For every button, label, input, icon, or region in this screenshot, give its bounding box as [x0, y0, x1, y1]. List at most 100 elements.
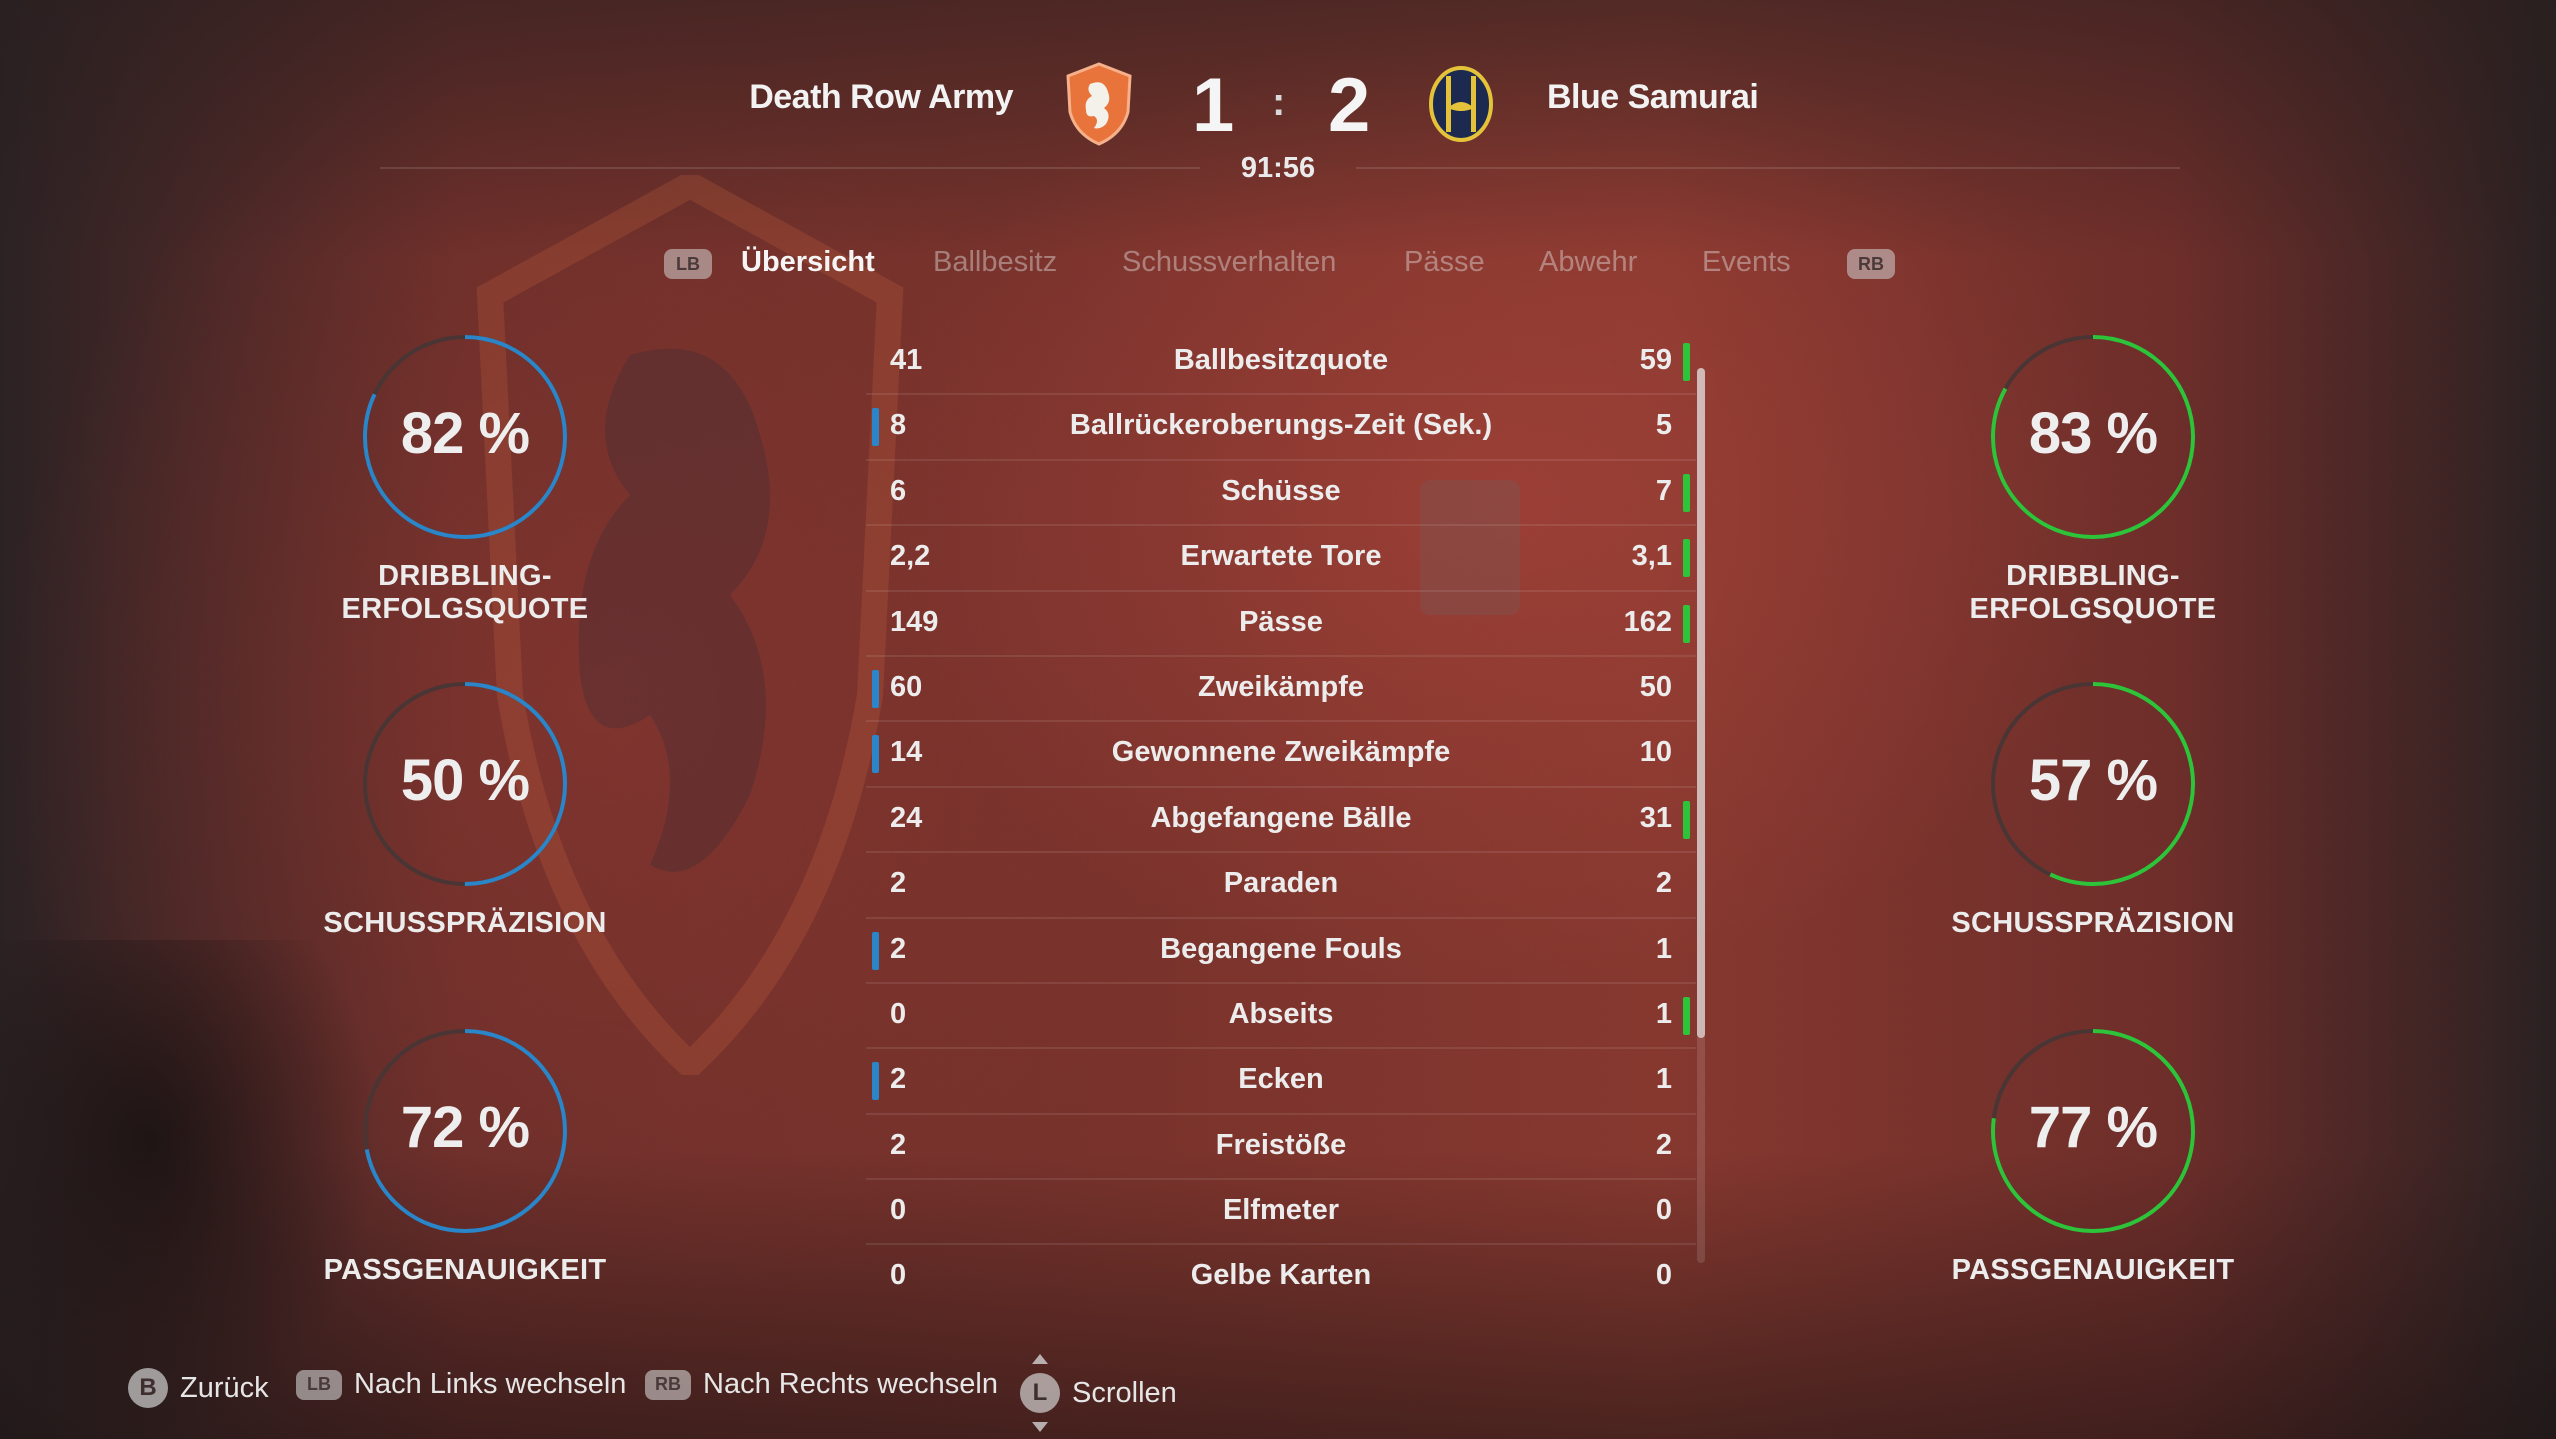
away-lead-indicator — [1683, 996, 1690, 1035]
hint-back[interactable]: B Zurück — [128, 1368, 269, 1408]
stat-away-value: 59 — [1639, 344, 1672, 376]
home-gauge-label: SCHUSSPRÄZISION — [323, 907, 607, 939]
stat-row: 41 Ballbesitzquote 59 — [866, 330, 1696, 396]
stat-away-value: 0 — [1655, 1194, 1672, 1227]
rb-button-icon: RB — [645, 1369, 691, 1400]
stat-away-value: 1 — [1655, 1063, 1672, 1096]
tab-paesse[interactable]: Pässe — [1404, 246, 1485, 279]
tab-ballbesitz[interactable]: Ballbesitz — [933, 246, 1057, 279]
stat-label: Zweikämpfe — [1198, 670, 1364, 703]
stat-row: 24 Abgefangene Bälle 31 — [866, 788, 1696, 854]
stat-row: 0 Gelbe Karten 0 — [866, 1245, 1696, 1310]
away-gauge-label: DRIBBLING-ERFOLGSQUOTE — [1969, 560, 2217, 625]
home-team-name: Death Row Army — [749, 78, 1013, 116]
stat-label: Elfmeter — [1222, 1194, 1340, 1227]
hint-switch-right[interactable]: RB Nach Rechts wechseln — [645, 1368, 998, 1401]
tab-schussverhalten[interactable]: Schussverhalten — [1122, 246, 1336, 279]
header-divider-right — [1356, 167, 2180, 169]
home-gauge-label: DRIBBLING-ERFOLGSQUOTE — [341, 560, 589, 625]
stat-label: Pässe — [1239, 605, 1323, 638]
stat-label: Abseits — [1228, 997, 1334, 1030]
stat-label: Erwartete Tore — [1180, 540, 1382, 573]
away-gauge-value: 57 % — [2028, 748, 2158, 813]
stat-row: 2 Freistöße 2 — [866, 1115, 1696, 1181]
stat-row: 14 Gewonnene Zweikämpfe 10 — [866, 722, 1696, 788]
home-team-crest-icon — [1066, 62, 1132, 146]
hint-switch-left[interactable]: LB Nach Links wechseln — [296, 1368, 626, 1401]
match-header: Death Row Army 1 : 2 Blue Samurai 91:56 — [0, 0, 2556, 200]
away-lead-indicator — [1683, 604, 1690, 643]
home-score: 1 — [1192, 63, 1235, 148]
header-divider-left — [380, 167, 1200, 169]
tab-events[interactable]: Events — [1702, 246, 1791, 279]
away-gauge-label: PASSGENAUIGKEIT — [1951, 1254, 2235, 1286]
stat-away-value: 2 — [1655, 1128, 1672, 1161]
stat-away-value: 10 — [1639, 736, 1672, 769]
stats-tab-bar: LB Übersicht Ballbesitz Schussverhalten … — [0, 246, 2556, 286]
stat-label: Schüsse — [1221, 474, 1341, 507]
tab-abwehr[interactable]: Abwehr — [1539, 246, 1637, 279]
stats-table[interactable]: 41 Ballbesitzquote 59 8 Ballrückeroberungs-… — [866, 330, 1696, 1311]
stat-row: 149 Pässe 162 — [866, 592, 1696, 657]
stat-away-value: 0 — [1655, 1259, 1672, 1292]
match-clock: 91:56 — [1240, 152, 1316, 184]
away-lead-indicator — [1683, 473, 1690, 512]
stat-away-value: 7 — [1655, 474, 1672, 507]
stat-row: 0 Abseits 1 — [866, 984, 1696, 1050]
home-gauge-shooting: 50 % SCHUSSPRÄZISION — [255, 679, 675, 940]
away-gauge-shooting: 57 % SCHUSSPRÄZISION — [1883, 679, 2303, 940]
stat-label: Ballbesitzquote — [1173, 344, 1389, 376]
stat-label: Ballrückeroberungs-Zeit (Sek.) — [1069, 409, 1493, 442]
home-gauge-label: PASSGENAUIGKEIT — [323, 1254, 607, 1286]
controller-hints: B Zurück LB Nach Links wechseln RB Nach … — [0, 1340, 2556, 1432]
stat-row: 0 Elfmeter 0 — [866, 1180, 1696, 1246]
stat-label: Gewonnene Zweikämpfe — [1111, 736, 1451, 769]
away-gauge-value: 77 % — [2028, 1095, 2158, 1160]
hint-back-label: Zurück — [180, 1371, 269, 1404]
away-team-name: Blue Samurai — [1547, 78, 1759, 116]
left-stick-icon: L — [1020, 1354, 1060, 1432]
lb-button-icon[interactable]: LB — [664, 249, 712, 279]
stat-away-value: 2 — [1655, 867, 1672, 900]
l-stick-button-icon: L — [1020, 1373, 1060, 1413]
home-gauge-dribbling: 82 % DRIBBLING-ERFOLGSQUOTE — [255, 332, 675, 626]
stat-label: Ecken — [1238, 1063, 1324, 1096]
hint-scroll[interactable]: L Scrollen — [1020, 1354, 1177, 1432]
stat-away-value: 1 — [1655, 932, 1672, 965]
stat-label: Freistöße — [1215, 1128, 1347, 1161]
away-team-crest-icon — [1429, 66, 1493, 142]
home-gauge-value: 50 % — [400, 748, 530, 813]
stat-row: 60 Zweikämpfe 50 — [866, 657, 1696, 723]
stat-label: Gelbe Karten — [1190, 1259, 1372, 1292]
home-gauge-passing: 72 % PASSGENAUIGKEIT — [255, 1026, 675, 1287]
arrow-up-icon — [1032, 1354, 1048, 1364]
stat-row: 2,2 Erwartete Tore 3,1 — [866, 526, 1696, 592]
stat-away-value: 3,1 — [1631, 540, 1672, 573]
score-separator: : — [1272, 80, 1286, 124]
stat-label: Begangene Fouls — [1160, 932, 1402, 965]
away-lead-indicator — [1683, 343, 1690, 381]
tab-uebersicht[interactable]: Übersicht — [741, 246, 875, 279]
away-gauge-passing: 77 % PASSGENAUIGKEIT — [1883, 1026, 2303, 1287]
away-gauge-dribbling: 83 % DRIBBLING-ERFOLGSQUOTE — [1883, 332, 2303, 626]
stat-row: 2 Ecken 1 — [866, 1049, 1696, 1115]
hint-switch-right-label: Nach Rechts wechseln — [703, 1368, 998, 1400]
rb-button-icon[interactable]: RB — [1847, 249, 1895, 279]
stat-row: 2 Paraden 2 — [866, 853, 1696, 919]
stats-scrollbar-thumb[interactable] — [1697, 368, 1705, 1038]
hint-scroll-label: Scrollen — [1072, 1376, 1177, 1409]
lb-button-icon: LB — [296, 1369, 342, 1400]
stat-away-value: 50 — [1639, 670, 1672, 703]
stat-row: 6 Schüsse 7 — [866, 461, 1696, 527]
away-gauge-value: 83 % — [2028, 401, 2158, 466]
stat-label: Abgefangene Bälle — [1150, 801, 1412, 834]
stat-away-value: 162 — [1623, 605, 1672, 638]
away-lead-indicator — [1683, 800, 1690, 839]
away-lead-indicator — [1683, 539, 1690, 578]
arrow-down-icon — [1032, 1422, 1048, 1432]
stat-row: 2 Begangene Fouls 1 — [866, 919, 1696, 984]
hint-switch-left-label: Nach Links wechseln — [354, 1368, 627, 1400]
stat-row: 8 Ballrückeroberungs-Zeit (Sek.) 5 — [866, 395, 1696, 461]
stat-away-value: 1 — [1655, 997, 1672, 1030]
away-gauge-label: SCHUSSPRÄZISION — [1951, 907, 2235, 939]
